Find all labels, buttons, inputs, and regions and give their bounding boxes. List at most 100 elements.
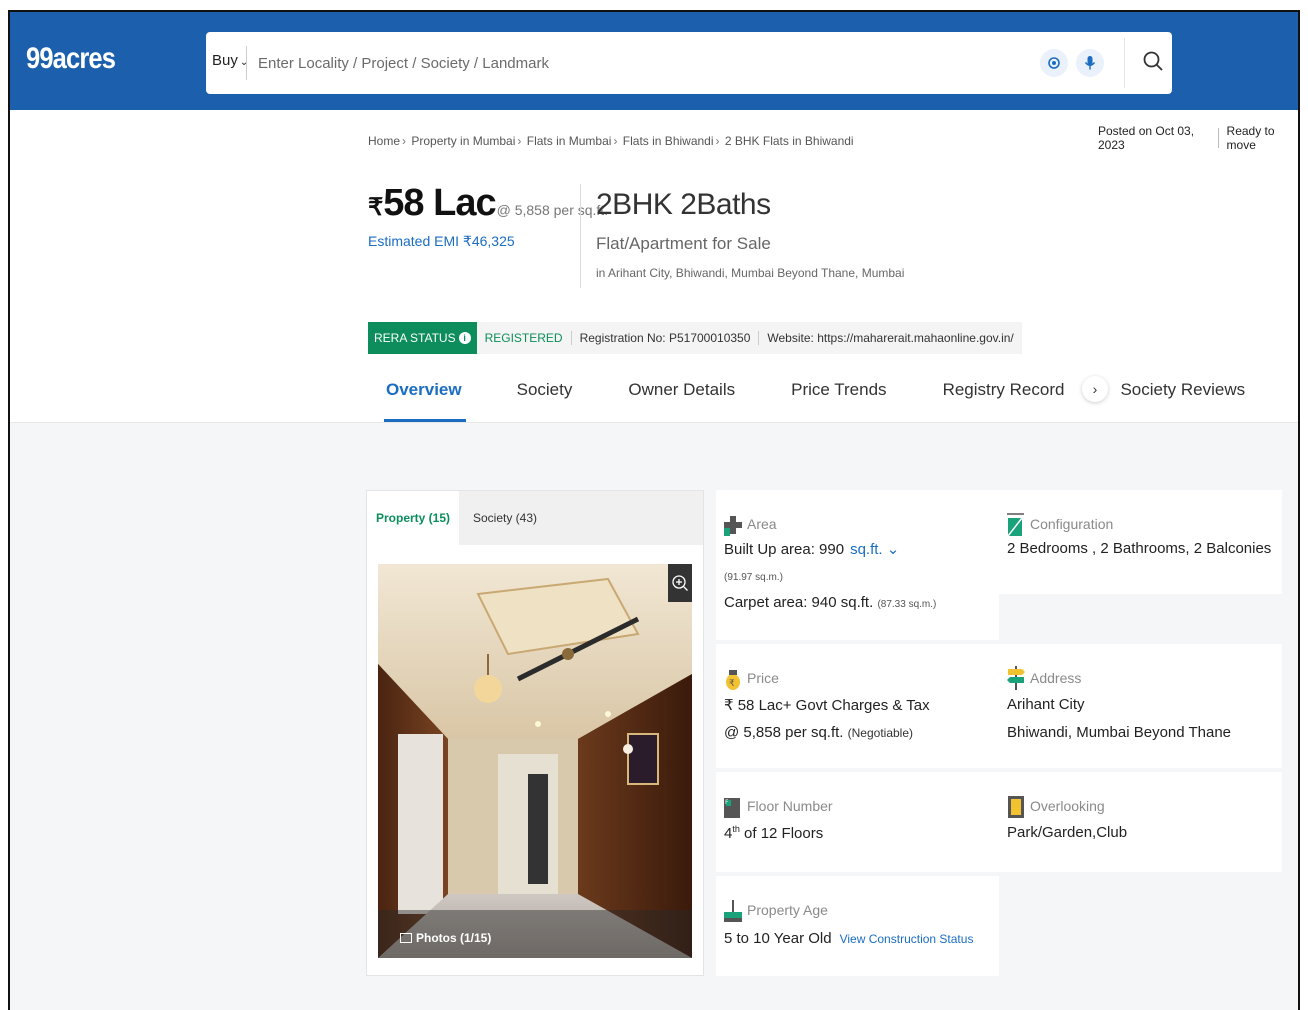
microphone-icon — [1084, 56, 1096, 70]
carpet-area: Carpet area: 940 sq.ft. (87.33 sq.m.) — [724, 594, 936, 611]
area-card: Area Built Up area: 990 sq.ft. ⌄ (91.97 s… — [716, 490, 999, 640]
unit-label: sq.ft. — [850, 541, 883, 558]
image-icon — [400, 933, 412, 943]
breadcrumb-item[interactable]: Property in Mumbai — [411, 134, 515, 148]
carpet-area-value: Carpet area: 940 sq.ft. — [724, 594, 874, 611]
zoom-in-icon — [672, 575, 688, 591]
tab-registry-record[interactable]: Registry Record — [943, 368, 1065, 422]
property-age-value: 5 to 10 Year Old — [724, 930, 832, 947]
rera-website[interactable]: Website: https://maharerait.mahaonline.g… — [758, 331, 1021, 345]
buy-dropdown[interactable]: Buy ⌄ — [212, 52, 248, 69]
overlooking-header: Overlooking — [1007, 794, 1105, 818]
built-up-area: Built Up area: 990 sq.ft. ⌄ — [724, 540, 899, 558]
search-bar: Buy ⌄ — [206, 32, 1172, 94]
breadcrumb-item[interactable]: Flats in Bhiwandi — [623, 134, 714, 148]
property-age-header: Property Age — [724, 898, 828, 922]
property-age-value-row: 5 to 10 Year Old View Construction Status — [724, 930, 973, 947]
floor-total: of 12 Floors — [744, 825, 824, 842]
property-photo[interactable]: Photos (1/15) — [378, 564, 692, 958]
page-frame: 99acres Buy⌄ Posted on Oct 03, 2023 Read… — [8, 10, 1300, 1010]
price-block: ₹ 58 Lac @ 5,858 per sq.ft. Estimated EM… — [368, 182, 608, 250]
price-card: ₹ Price ₹ 58 Lac+ Govt Charges & Tax @ 5… — [716, 644, 999, 768]
address-header: Address — [1007, 666, 1081, 690]
rera-registration-number: Registration No: P51700010350 — [570, 331, 759, 345]
top-header: 99acres Buy ⌄ — [10, 12, 1298, 110]
price-per-sqft-detail: @ 5,858 per sq.ft. (Negotiable) — [724, 724, 913, 741]
tab-society[interactable]: Society — [517, 368, 573, 422]
price-per-sqft: @ 5,858 per sq.ft. — [496, 202, 609, 218]
logo[interactable]: 99acres — [26, 42, 116, 76]
view-construction-status-link[interactable]: View Construction Status — [840, 932, 974, 946]
floor-header: F Floor Number — [724, 794, 833, 818]
divider — [246, 46, 247, 80]
area-icon — [724, 512, 742, 536]
breadcrumb-item[interactable]: Flats in Mumbai — [527, 134, 612, 148]
price-total: ₹ 58 Lac+ Govt Charges & Tax — [724, 697, 930, 714]
listing-location: in Arihant City, Bhiwandi, Mumbai Beyond… — [596, 266, 905, 280]
breadcrumb-separator: › — [517, 134, 522, 148]
overlooking-card: Overlooking Park/Garden,Club — [999, 772, 1282, 872]
divider — [1217, 128, 1219, 148]
floor-icon: F — [724, 794, 742, 818]
photo-count-label: Photos (1/15) — [416, 931, 492, 945]
tab-owner-details[interactable]: Owner Details — [628, 368, 735, 422]
rupee-symbol: ₹ — [368, 194, 384, 221]
unit-selector[interactable]: sq.ft. ⌄ — [850, 541, 899, 558]
posted-date: Posted on Oct 03, 2023 — [1098, 124, 1195, 152]
location-button[interactable] — [1040, 49, 1068, 77]
address-line-2: Bhiwandi, Mumbai Beyond Thane — [1007, 724, 1232, 741]
section-tabs: Overview Society Owner Details Price Tre… — [370, 368, 1245, 422]
photo-gallery: Property (15) Society (43) Photos (1/15) — [366, 490, 704, 976]
price-amount: 58 Lac — [383, 182, 496, 224]
configuration-icon — [1007, 512, 1025, 536]
rera-status-label: RERA STATUS — [374, 331, 456, 345]
signpost-icon — [1007, 666, 1025, 690]
location-icon — [1048, 57, 1060, 69]
zoom-button[interactable] — [668, 564, 692, 602]
carpet-area-sqm: (87.33 sq.m.) — [877, 599, 937, 610]
property-age-card: Property Age 5 to 10 Year Old View Constr… — [716, 876, 999, 976]
price-header: ₹ Price — [724, 666, 779, 690]
address-line-1: Arihant City — [1007, 696, 1085, 713]
tab-overview[interactable]: Overview — [384, 368, 466, 422]
rera-bar: RERA STATUS i REGISTERED Registration No:… — [368, 322, 1022, 354]
overlooking-label: Overlooking — [1030, 798, 1105, 814]
breadcrumb-item[interactable]: Home — [368, 134, 400, 148]
emi-link[interactable]: Estimated EMI ₹46,325 — [368, 233, 578, 250]
svg-text:₹: ₹ — [729, 679, 735, 689]
breadcrumb-separator: › — [613, 134, 618, 148]
listing-title: 2BHK 2Baths — [596, 188, 771, 221]
breadcrumb-item[interactable]: 2 BHK Flats in Bhiwandi — [725, 134, 854, 148]
tabs-next-button[interactable]: › — [1082, 376, 1108, 402]
cake-icon — [724, 898, 742, 922]
breadcrumb-separator: › — [402, 134, 407, 148]
configuration-card: Configuration 2 Bedrooms , 2 Bathrooms, … — [999, 490, 1282, 594]
overlooking-value: Park/Garden,Club — [1007, 824, 1128, 841]
window-icon — [1007, 794, 1025, 818]
info-icon[interactable]: i — [458, 332, 471, 344]
tab-price-trends[interactable]: Price Trends — [791, 368, 886, 422]
search-button[interactable] — [1138, 46, 1168, 76]
svg-text:F: F — [725, 799, 729, 806]
price-per-sqft-value: @ 5,858 per sq.ft. — [724, 724, 844, 741]
rera-status-badge[interactable]: RERA STATUS i — [368, 322, 477, 354]
built-up-area-sqm: (91.97 sq.m.) — [724, 572, 783, 583]
tab-property-photos[interactable]: Property (15) — [367, 491, 459, 545]
voice-search-button[interactable] — [1076, 49, 1104, 77]
price-label: Price — [747, 670, 779, 686]
listing-title-block: 2BHK 2Baths Flat/Apartment for Sale in A… — [596, 188, 904, 280]
tab-society-photos[interactable]: Society (43) — [459, 491, 551, 545]
search-input[interactable] — [258, 48, 1018, 78]
gallery-tabs: Property (15) Society (43) — [367, 491, 703, 545]
photo-count-button[interactable]: Photos (1/15) — [400, 931, 491, 945]
area-label: Area — [747, 516, 777, 532]
divider — [1124, 38, 1125, 88]
tab-society-reviews[interactable]: Society Reviews — [1120, 368, 1245, 422]
negotiable-tag: (Negotiable) — [847, 726, 914, 740]
chevron-right-icon: › — [1092, 381, 1098, 397]
configuration-header: Configuration — [1007, 512, 1113, 536]
room-photo-image — [378, 564, 692, 958]
floor-value: 4th of 12 Floors — [724, 824, 823, 842]
posted-info: Posted on Oct 03, 2023 Ready to move — [1098, 124, 1298, 152]
built-up-area-value: Built Up area: 990 — [724, 541, 845, 558]
